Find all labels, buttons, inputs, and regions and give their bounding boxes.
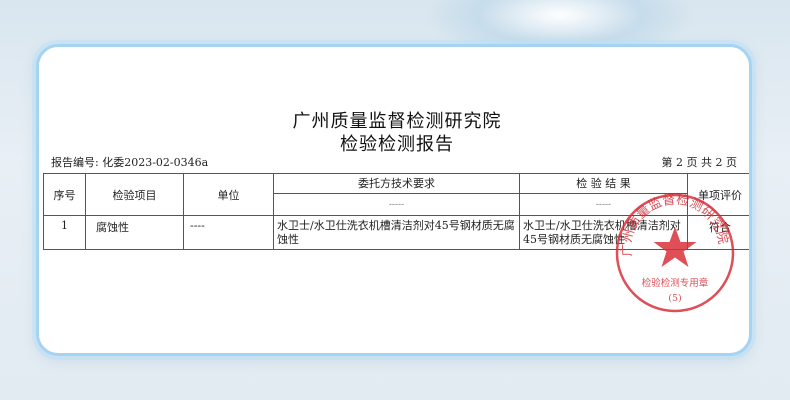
document-title: 检验检测报告: [340, 134, 454, 155]
seal-purpose: 检验检测专用章: [642, 277, 709, 289]
row-unit: ----: [183, 215, 274, 250]
result-subheader: -----: [519, 193, 688, 216]
header-no: 序号: [43, 173, 86, 216]
header-unit: 单位: [183, 173, 274, 216]
page-info: 第 2 页 共 2 页: [661, 156, 737, 169]
header-requirement: 委托方技术要求: [273, 173, 520, 194]
table-header-row: 序号 检验项目 单位 委托方技术要求 检 验 结 果 单项评价: [43, 173, 749, 216]
requirement-subheader: -----: [273, 193, 520, 216]
row-no: 1: [43, 215, 86, 250]
header-result: 检 验 结 果: [519, 173, 688, 194]
table-row: 1 腐蚀性 ---- 水卫士/水卫仕洗衣机槽清洁剂对45号钢材质无腐蚀性 水卫士…: [43, 215, 749, 250]
results-table: 序号 检验项目 单位 委托方技术要求 检 验 结 果 单项评价 ----- --…: [43, 173, 749, 250]
row-item: 腐蚀性: [85, 215, 184, 250]
header-evaluation: 单项评价: [687, 173, 749, 216]
seal-number: (5): [668, 293, 681, 304]
row-result: 水卫士/水卫仕洗衣机槽清洁剂对45号钢材质无腐蚀性: [519, 215, 688, 250]
header-item: 检验项目: [85, 173, 184, 216]
row-evaluation: 符合: [687, 215, 749, 250]
report-number: 报告编号: 化委2023-02-0346a: [51, 156, 209, 169]
report-card: 广州质量监督检测研究院 检验检测报告 报告编号: 化委2023-02-0346a…: [36, 44, 752, 356]
row-requirement: 水卫士/水卫仕洗衣机槽清洁剂对45号钢材质无腐蚀性: [273, 215, 520, 250]
